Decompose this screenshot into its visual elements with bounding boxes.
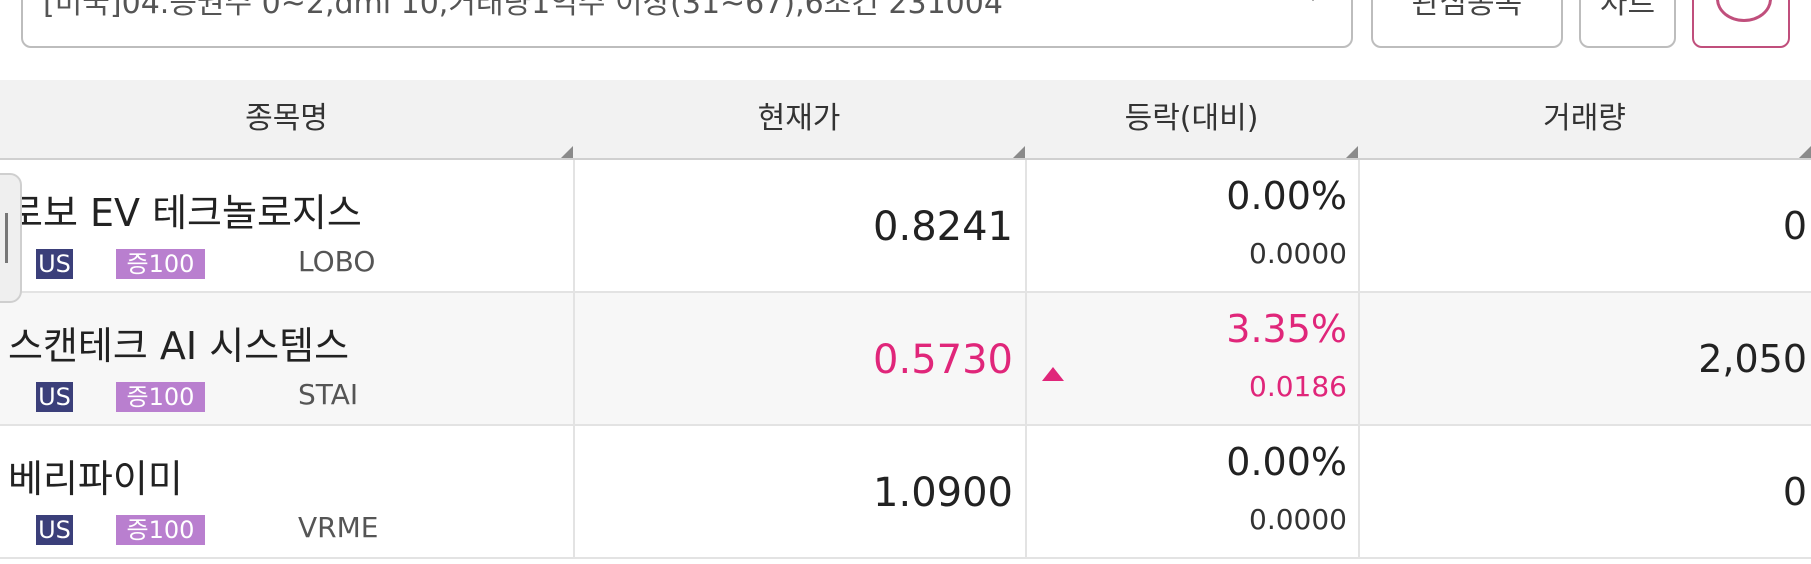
condition-toolbar: [미국]04.증권주 0~2,dmi 10,거래량1억주 이상(31~67),6… [0, 0, 1811, 80]
column-header-change[interactable]: 등락(대비) [1025, 80, 1358, 158]
stock-name: 스캔테크 AI 시스템스 [8, 324, 350, 368]
margin-badge: 증100 [116, 515, 205, 545]
stock-ticker: LOBO [298, 245, 376, 278]
stock-ticker: STAI [298, 378, 359, 411]
stock-ticker: VRME [298, 511, 379, 544]
column-header-label: 거래량 [1543, 101, 1626, 136]
column-divider [1025, 160, 1027, 291]
interest-button-label: 관심종목 [1411, 0, 1523, 21]
stock-name: 베리파이미 [8, 457, 183, 501]
change-amount: 0.0000 [1249, 503, 1347, 536]
column-header-label: 현재가 [757, 101, 841, 136]
table-row[interactable]: 스캔테크 AI 시스템스 US 증100 STAI 0.5730 3.35% 0… [0, 293, 1811, 426]
column-divider [573, 160, 575, 291]
trade-volume: 0 [1782, 470, 1807, 514]
table-row[interactable]: 로보 EV 테크놀로지스 US 증100 LOBO 0.8241 0.00% 0… [0, 160, 1811, 293]
column-divider [573, 293, 575, 424]
chevron-down-icon [1305, 0, 1321, 1]
refresh-button[interactable] [1692, 0, 1790, 48]
column-divider [1358, 160, 1360, 291]
change-rate: 0.00% [1226, 174, 1347, 218]
change-amount: 0.0186 [1249, 370, 1347, 403]
grip-icon [5, 213, 8, 263]
margin-badge: 증100 [116, 249, 205, 279]
column-divider [1358, 293, 1360, 424]
column-header-label: 등락(대비) [1124, 101, 1259, 136]
change-rate: 3.35% [1226, 307, 1347, 351]
change-amount: 0.0000 [1249, 237, 1347, 270]
current-price: 0.8241 [873, 204, 1013, 250]
market-badge: US [36, 382, 73, 412]
table-row[interactable]: 베리파이미 US 증100 VRME 1.0900 0.00% 0.0000 0 [0, 426, 1811, 559]
trade-volume: 0 [1782, 204, 1807, 248]
column-resize-handle[interactable] [1799, 146, 1811, 158]
column-resize-handle[interactable] [1346, 146, 1358, 158]
column-divider [1025, 293, 1027, 424]
column-header-volume[interactable]: 거래량 [1358, 80, 1811, 158]
market-badge: US [36, 249, 73, 279]
condition-select[interactable]: [미국]04.증권주 0~2,dmi 10,거래량1억주 이상(31~67),6… [21, 0, 1353, 48]
side-drawer-handle[interactable] [0, 173, 22, 303]
refresh-icon [1716, 0, 1772, 22]
current-price: 1.0900 [873, 470, 1013, 516]
column-header-name[interactable]: 종목명 [0, 80, 573, 158]
column-header-label: 종목명 [245, 101, 328, 136]
up-arrow-icon [1042, 367, 1064, 381]
interest-button[interactable]: 관심종목 [1371, 0, 1563, 48]
column-resize-handle[interactable] [1013, 146, 1025, 158]
trade-volume: 2,050 [1698, 337, 1807, 381]
stock-name: 로보 EV 테크놀로지스 [8, 191, 362, 235]
column-divider [1025, 426, 1027, 557]
current-price: 0.5730 [873, 337, 1013, 383]
column-resize-handle[interactable] [561, 146, 573, 158]
condition-select-value: [미국]04.증권주 0~2,dmi 10,거래량1억주 이상(31~67),6… [43, 0, 1003, 21]
change-rate: 0.00% [1226, 440, 1347, 484]
column-header-price[interactable]: 현재가 [573, 80, 1025, 158]
column-divider [1358, 426, 1360, 557]
column-divider [573, 426, 575, 557]
table-header: 종목명 현재가 등락(대비) 거래량 [0, 80, 1811, 160]
chart-button[interactable]: 차트 [1579, 0, 1676, 48]
margin-badge: 증100 [116, 382, 205, 412]
chart-button-label: 차트 [1599, 0, 1656, 21]
market-badge: US [36, 515, 73, 545]
